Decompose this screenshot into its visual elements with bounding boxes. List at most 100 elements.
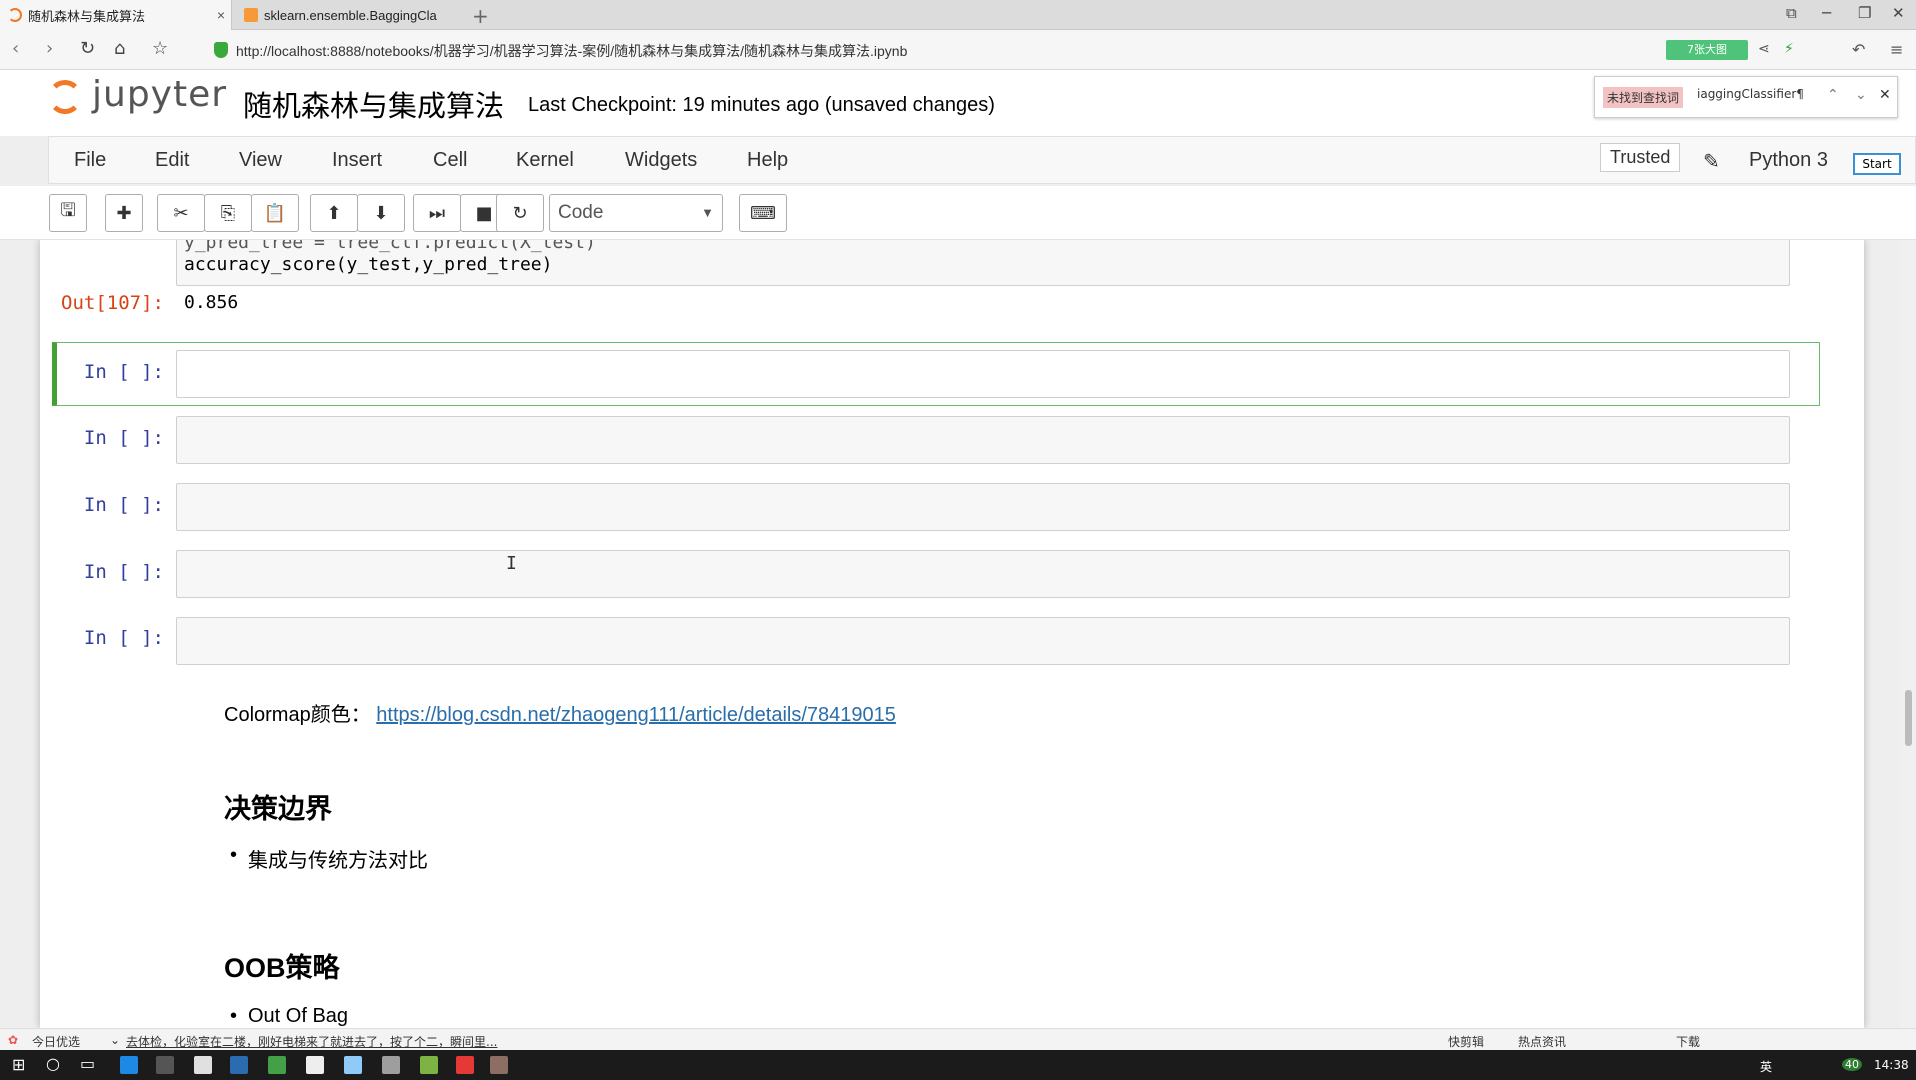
app-icon[interactable]	[420, 1056, 438, 1074]
restart-icon[interactable]: ↻	[496, 194, 544, 232]
list-item: • Out Of Bag	[230, 1005, 349, 1028]
app-icon[interactable]	[490, 1056, 508, 1074]
sklearn-favicon-icon	[244, 8, 258, 22]
bullet-dot: •	[230, 1005, 238, 1027]
find-status: 未找到查找词	[1603, 87, 1684, 108]
jupyter-logo-text[interactable]: jupyter	[92, 74, 227, 115]
secure-shield-icon	[214, 42, 228, 58]
reload-icon[interactable]: ↻	[80, 38, 95, 59]
app-icon[interactable]	[382, 1056, 400, 1074]
find-next-icon[interactable]: ⌄	[1855, 87, 1867, 103]
input-prompt: In [ ]:	[83, 561, 164, 583]
tab-notebook[interactable]: 随机森林与集成算法 ×	[0, 0, 232, 30]
page-scrollbar[interactable]	[1900, 240, 1916, 1028]
menu-cell[interactable]: Cell	[433, 149, 467, 172]
edge-icon[interactable]	[120, 1056, 138, 1074]
colormap-link[interactable]: https://blog.csdn.net/zhaogeng111/articl…	[376, 704, 896, 726]
windows-start-icon[interactable]: ⊞	[12, 1055, 25, 1074]
run-icon[interactable]: ⏭	[413, 194, 461, 232]
copy-icon[interactable]: ⎘	[204, 194, 252, 232]
move-up-icon[interactable]: ⬆	[310, 194, 358, 232]
menu-widgets[interactable]: Widgets	[625, 149, 697, 172]
tab-sklearn-docs[interactable]: sklearn.ensemble.BaggingCla	[236, 0, 460, 30]
menu-kernel[interactable]: Kernel	[516, 149, 574, 172]
status-left[interactable]: 今日优选	[32, 1033, 80, 1050]
search-icon[interactable]: ○	[46, 1054, 60, 1073]
cell-type-select[interactable]: Code ▼	[549, 194, 723, 232]
menu-view[interactable]: View	[239, 149, 282, 172]
scrollbar-thumb[interactable]	[1905, 690, 1912, 746]
tab-sklearn-title: sklearn.ensemble.BaggingCla	[264, 7, 437, 23]
home-icon[interactable]: ⌂	[114, 38, 125, 59]
code-cell-input[interactable]	[176, 483, 1790, 531]
start-button[interactable]: Start	[1853, 153, 1901, 175]
window-close-icon[interactable]: ✕	[1892, 4, 1905, 22]
find-input[interactable]: iaggingClassifier¶	[1697, 87, 1804, 101]
tab-close-icon[interactable]: ×	[217, 7, 225, 23]
ime-indicator[interactable]: 英	[1760, 1058, 1772, 1075]
menubar: File Edit View Insert Cell Kernel Widget…	[48, 136, 1916, 184]
pin-icon[interactable]: ⧉	[1786, 4, 1797, 22]
browser-app-icon[interactable]	[268, 1056, 286, 1074]
restore-icon[interactable]: ❐	[1858, 4, 1871, 22]
image-zoom-button[interactable]: 7张大图	[1666, 40, 1748, 60]
trusted-indicator[interactable]: Trusted	[1600, 143, 1681, 172]
text-cursor-icon: I	[506, 553, 517, 574]
save-icon[interactable]: 🖫	[49, 194, 87, 232]
edit-pencil-icon[interactable]: ✎	[1703, 149, 1720, 174]
menu-file[interactable]: File	[74, 149, 106, 172]
gift-icon: ✿	[8, 1033, 19, 1047]
output-prompt: Out[107]:	[61, 292, 164, 314]
browser-tab-strip: 随机森林与集成算法 × sklearn.ensemble.BaggingCla …	[0, 0, 1916, 30]
task-view-icon[interactable]: ▭	[80, 1054, 95, 1073]
cut-icon[interactable]: ✂	[157, 194, 205, 232]
kernel-name: Python 3	[1749, 149, 1828, 171]
mail-icon[interactable]	[194, 1056, 212, 1074]
code-cell-input[interactable]	[176, 617, 1790, 665]
find-close-icon[interactable]: ✕	[1879, 87, 1891, 103]
keyboard-icon[interactable]: ⌨	[739, 194, 787, 232]
find-previous-icon[interactable]: ⌃	[1827, 87, 1839, 103]
input-prompt: In [ ]:	[83, 494, 164, 516]
paste-icon[interactable]: 📋	[251, 194, 299, 232]
tab-notebook-title: 随机森林与集成算法	[28, 8, 146, 24]
download-link[interactable]: 下载	[1676, 1033, 1700, 1050]
menu-help[interactable]: Help	[747, 149, 788, 172]
app-icon[interactable]	[456, 1056, 474, 1074]
explorer-icon[interactable]	[306, 1056, 324, 1074]
news-ticker[interactable]: 去体检，化验室在二楼，刚好电梯来了就进去了，按了个二，瞬间里...	[126, 1033, 497, 1050]
forward-icon[interactable]: ›	[46, 38, 53, 59]
menu-insert[interactable]: Insert	[332, 149, 382, 172]
vscode-icon[interactable]	[230, 1056, 248, 1074]
browser-menu-icon[interactable]: ≡	[1890, 40, 1903, 59]
new-tab-button[interactable]: +	[472, 4, 489, 28]
minimize-icon[interactable]: ─	[1822, 4, 1831, 22]
jupyter-favicon-icon	[8, 8, 22, 22]
lightning-icon[interactable]: ⚡	[1784, 41, 1794, 57]
menu-edit[interactable]: Edit	[155, 149, 189, 172]
jupyter-logo-icon[interactable]	[48, 80, 82, 114]
taskbar: ⊞ ○ ▭ 英 40 14:38	[0, 1050, 1916, 1080]
code-cell-input[interactable]	[176, 550, 1790, 598]
bookmark-star-icon[interactable]: ☆	[152, 38, 168, 59]
notebook-toolbar: 🖫 ✚ ✂ ⎘ 📋 ⬆ ⬇ ⏭ ■ ↻ Code ▼ ⌨	[0, 186, 1916, 240]
code-cell-input[interactable]	[176, 350, 1790, 398]
share-icon[interactable]: ⋖	[1758, 41, 1770, 57]
chevron-down-icon: ⌄	[110, 1033, 121, 1047]
move-down-icon[interactable]: ⬇	[357, 194, 405, 232]
back-icon[interactable]: ‹	[12, 38, 19, 59]
insert-cell-icon[interactable]: ✚	[105, 194, 143, 232]
url-field[interactable]: http://localhost:8888/notebooks/机器学习/机器学…	[236, 41, 907, 61]
tray-badge[interactable]: 40	[1842, 1058, 1862, 1071]
store-icon[interactable]	[156, 1056, 174, 1074]
screen: 随机森林与集成算法 × sklearn.ensemble.BaggingCla …	[0, 0, 1916, 1080]
hot-news-link[interactable]: 热点资讯	[1518, 1033, 1566, 1050]
markdown-colormap: Colormap颜色： https://blog.csdn.net/zhaoge…	[224, 698, 896, 727]
undo-icon[interactable]: ↶	[1852, 40, 1865, 59]
notebook-title[interactable]: 随机森林与集成算法	[243, 83, 504, 125]
clock: 14:38	[1874, 1058, 1909, 1072]
quick-edit-link[interactable]: 快剪辑	[1448, 1033, 1484, 1050]
list-item-text: Out Of Bag	[248, 1005, 349, 1027]
app-icon[interactable]	[344, 1056, 362, 1074]
code-cell-input[interactable]	[176, 416, 1790, 464]
